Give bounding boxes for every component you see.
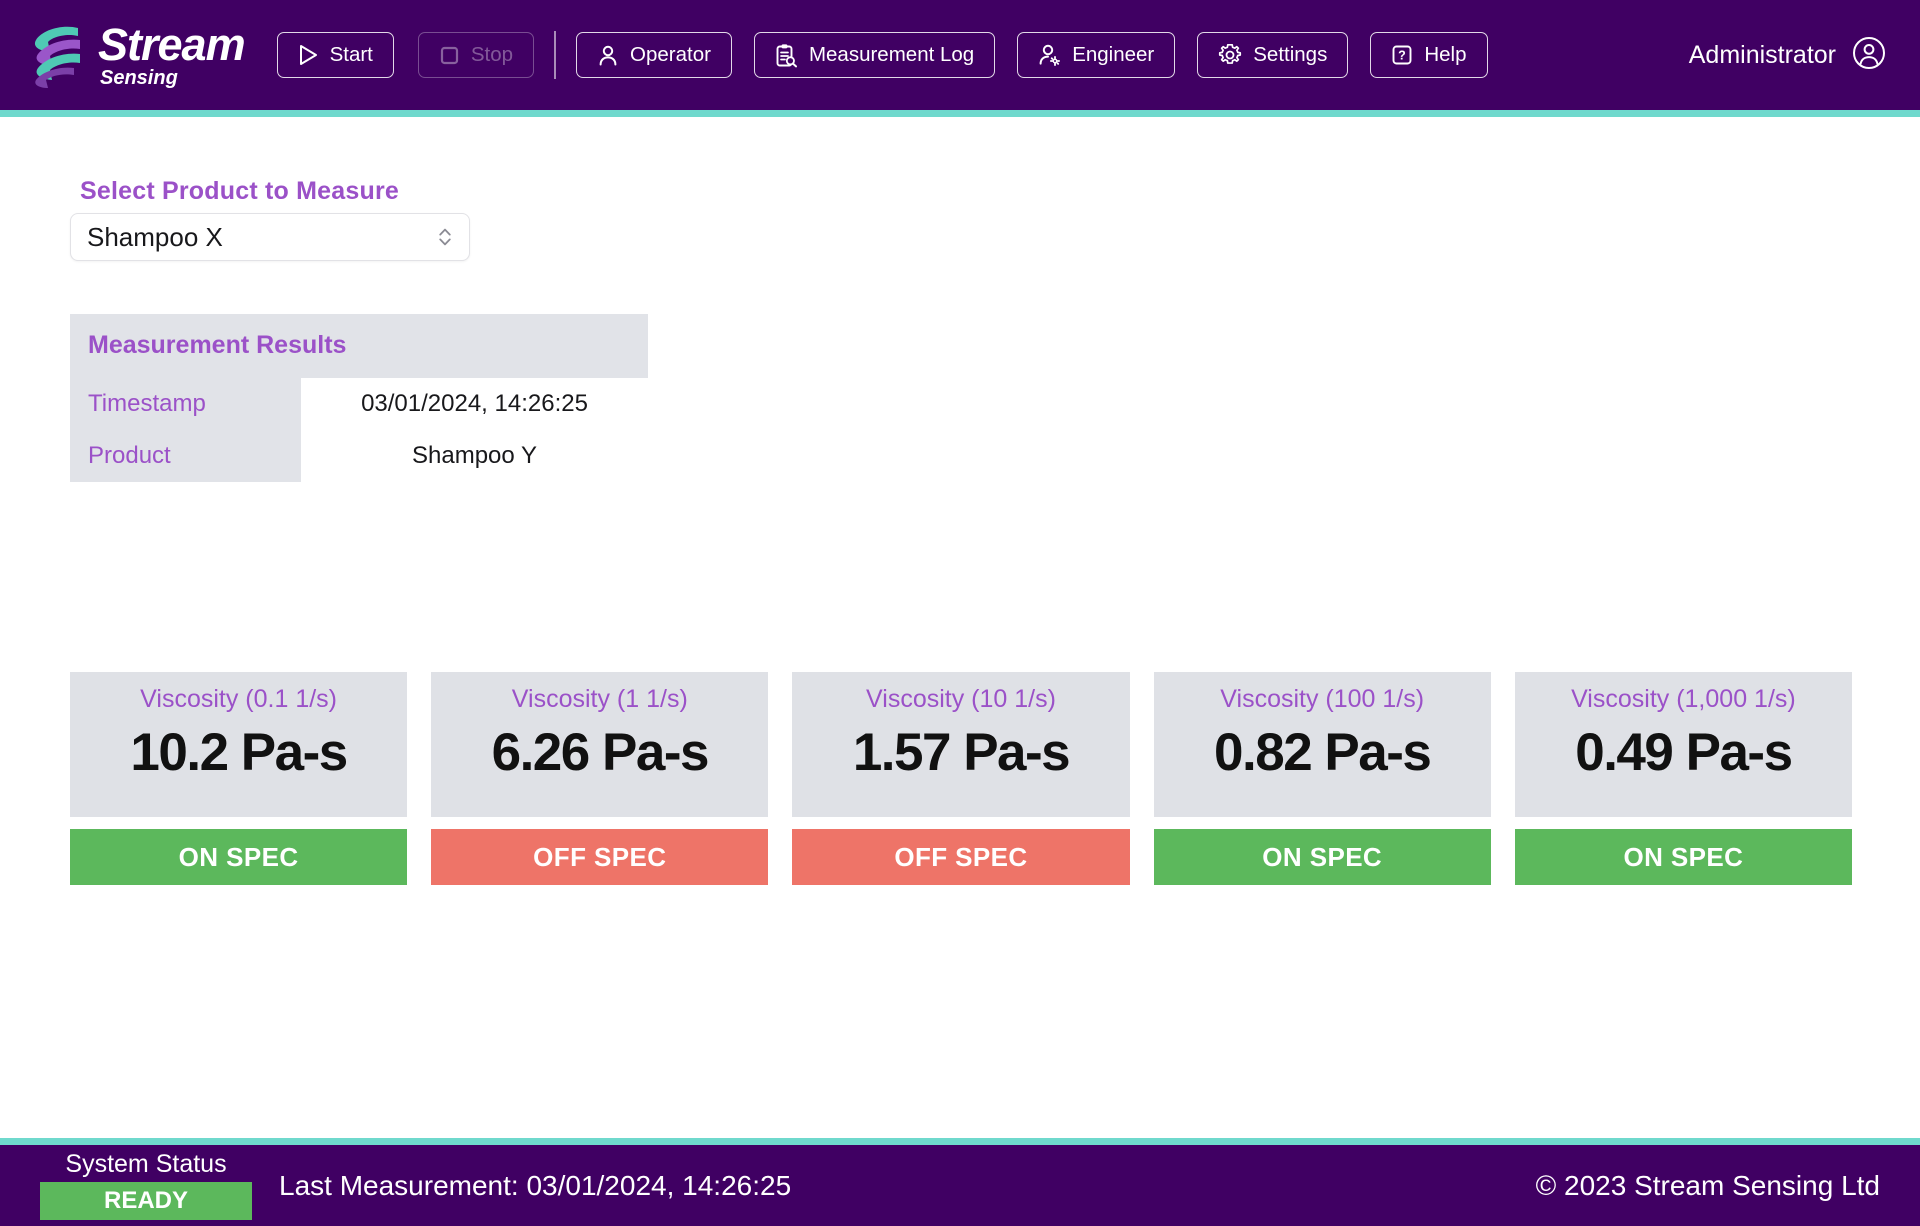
- app-header: Stream Sensing Start Stop Operator Measu…: [0, 0, 1920, 110]
- svg-text:?: ?: [1399, 49, 1407, 63]
- viscosity-card-value: 1.57 Pa-s: [852, 723, 1071, 782]
- viscosity-card-grid: Viscosity (0.1 1/s) 10.2 Pa-s ON SPEC Vi…: [70, 672, 1852, 885]
- stream-sensing-logo-icon: [22, 18, 94, 92]
- clipboard-search-icon: [775, 43, 798, 68]
- viscosity-card: Viscosity (1,000 1/s) 0.49 Pa-s ON SPEC: [1514, 672, 1852, 885]
- result-key-product: Product: [70, 430, 301, 482]
- footer-accent-bar: [0, 1138, 1920, 1145]
- viscosity-card-value: 0.82 Pa-s: [1214, 723, 1432, 782]
- viscosity-card-label: Viscosity (0.1 1/s): [140, 685, 337, 713]
- viscosity-card-label: Viscosity (10 1/s): [866, 685, 1056, 713]
- user-name-label: Administrator: [1688, 40, 1836, 69]
- table-row: Timestamp 03/01/2024, 14:26:25: [70, 378, 648, 430]
- copyright-text: © 2023 Stream Sensing Ltd: [1535, 1169, 1880, 1201]
- viscosity-card: Viscosity (10 1/s) 1.57 Pa-s OFF SPEC: [792, 672, 1130, 885]
- main-content: Select Product to Measure Shampoo X Meas…: [0, 117, 1920, 1138]
- help-button-label: Help: [1424, 43, 1467, 66]
- viscosity-card: Viscosity (100 1/s) 0.82 Pa-s ON SPEC: [1153, 672, 1491, 885]
- viscosity-card-label: Viscosity (1 1/s): [511, 685, 688, 713]
- gear-icon: [1218, 43, 1242, 67]
- viscosity-card-label: Viscosity (100 1/s): [1220, 685, 1425, 713]
- viscosity-card-body: Viscosity (1,000 1/s) 0.49 Pa-s: [1514, 672, 1852, 817]
- engineer-button-label: Engineer: [1072, 43, 1155, 66]
- status-badge: OFF SPEC: [431, 829, 769, 885]
- table-row: Product Shampoo Y: [70, 430, 648, 482]
- square-stop-icon: [439, 45, 460, 66]
- last-measurement-text: Last Measurement: 03/01/2024, 14:26:25: [279, 1169, 792, 1201]
- start-button[interactable]: Start: [276, 32, 394, 78]
- app-footer: System Status READY Last Measurement: 03…: [0, 1145, 1920, 1226]
- viscosity-card-body: Viscosity (100 1/s) 0.82 Pa-s: [1153, 672, 1491, 817]
- system-status-badge: READY: [40, 1181, 252, 1220]
- brand-tagline: Sensing: [100, 67, 178, 89]
- viscosity-card-body: Viscosity (10 1/s) 1.57 Pa-s: [792, 672, 1130, 817]
- status-badge: ON SPEC: [70, 829, 408, 885]
- help-button[interactable]: ? Help: [1370, 32, 1488, 78]
- table-row: Measurement Results: [70, 314, 648, 378]
- start-button-label: Start: [329, 43, 373, 66]
- product-select[interactable]: Shampoo X: [70, 213, 470, 261]
- measurement-results-title: Measurement Results: [70, 314, 648, 378]
- operator-button-label: Operator: [630, 43, 711, 66]
- question-box-icon: ?: [1391, 44, 1413, 66]
- status-badge: ON SPEC: [1514, 829, 1852, 885]
- measurement-log-button[interactable]: Measurement Log: [753, 32, 996, 78]
- operator-button[interactable]: Operator: [576, 32, 732, 78]
- app-root: Stream Sensing Start Stop Operator Measu…: [0, 0, 1920, 1226]
- viscosity-card: Viscosity (0.1 1/s) 10.2 Pa-s ON SPEC: [70, 672, 408, 885]
- user-gear-icon: [1038, 43, 1061, 67]
- play-icon: [298, 44, 319, 66]
- toolbar-nav-group: Operator Measurement Log Engineer Settin…: [576, 32, 1488, 78]
- viscosity-card-body: Viscosity (1 1/s) 6.26 Pa-s: [431, 672, 769, 817]
- user-account-area[interactable]: Administrator: [1689, 36, 1886, 75]
- viscosity-card-value: 6.26 Pa-s: [491, 723, 710, 782]
- engineer-button[interactable]: Engineer: [1017, 32, 1176, 78]
- measurement-log-button-label: Measurement Log: [808, 43, 975, 66]
- settings-button[interactable]: Settings: [1197, 32, 1349, 78]
- brand-logo: Stream Sensing: [22, 18, 246, 92]
- system-status: System Status READY: [40, 1150, 252, 1220]
- settings-button-label: Settings: [1253, 43, 1328, 66]
- system-status-label: System Status: [65, 1150, 227, 1179]
- stop-button[interactable]: Stop: [417, 32, 535, 78]
- viscosity-card-value: 10.2 Pa-s: [130, 723, 348, 782]
- account-circle-icon[interactable]: [1852, 36, 1886, 75]
- viscosity-card: Viscosity (1 1/s) 6.26 Pa-s OFF SPEC: [431, 672, 769, 885]
- result-key-timestamp: Timestamp: [70, 378, 301, 430]
- select-product-label: Select Product to Measure: [80, 177, 399, 205]
- product-select-value: Shampoo X: [87, 221, 223, 252]
- toolbar-divider: [554, 31, 557, 79]
- header-accent-bar: [0, 110, 1920, 117]
- status-badge: ON SPEC: [1153, 829, 1491, 885]
- viscosity-card-label: Viscosity (1,000 1/s): [1571, 685, 1796, 713]
- chevron-updown-icon: [437, 224, 453, 250]
- viscosity-card-value: 0.49 Pa-s: [1575, 723, 1793, 782]
- measurement-results-table: Measurement Results Timestamp 03/01/2024…: [70, 314, 648, 482]
- brand-name: Stream: [98, 19, 246, 70]
- result-value-product: Shampoo Y: [301, 430, 648, 482]
- status-badge: OFF SPEC: [792, 829, 1130, 885]
- user-icon: [597, 44, 619, 67]
- stop-button-label: Stop: [470, 43, 514, 66]
- result-value-timestamp: 03/01/2024, 14:26:25: [301, 378, 648, 430]
- viscosity-card-body: Viscosity (0.1 1/s) 10.2 Pa-s: [70, 672, 408, 817]
